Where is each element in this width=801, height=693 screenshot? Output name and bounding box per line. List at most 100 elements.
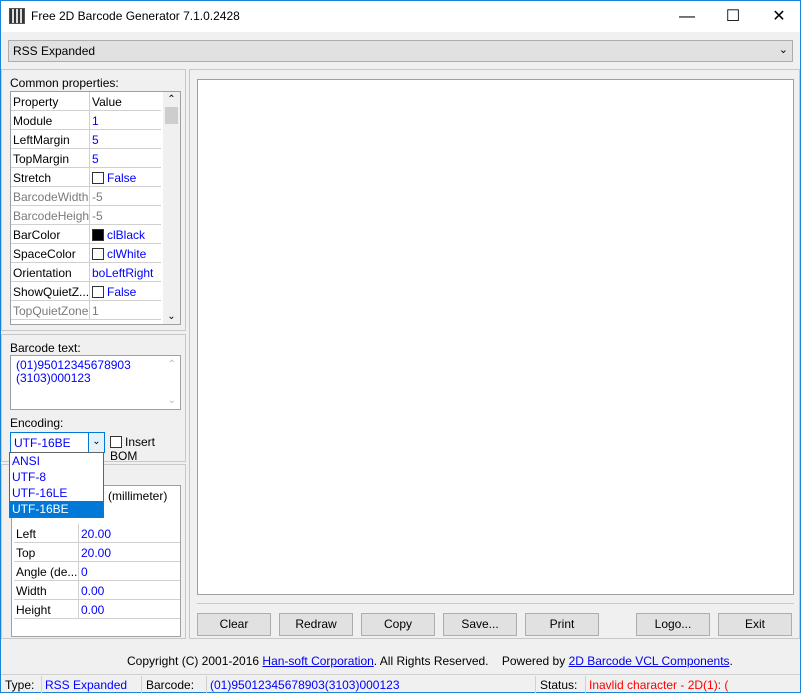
encoding-select[interactable]: UTF-16BE ⌄ xyxy=(10,432,105,453)
type-label: Type: xyxy=(5,678,35,692)
chevron-down-icon: ⌄ xyxy=(778,44,788,56)
powered-text: Powered by xyxy=(501,654,569,668)
property-value: False xyxy=(107,171,137,185)
company-link[interactable]: Han-soft Corporation xyxy=(262,654,373,668)
encoding-label: Encoding: xyxy=(10,416,64,430)
property-row[interactable]: TopMargin 5 xyxy=(11,149,161,168)
property-value-cell[interactable]: 5 xyxy=(89,149,101,167)
barcode-value: (01)95012345678903(3103)000123 xyxy=(210,678,400,692)
property-value-cell[interactable]: -5 xyxy=(89,187,105,205)
property-name: TopMargin xyxy=(13,152,70,166)
property-value-cell[interactable]: 5 xyxy=(89,130,101,148)
property-row[interactable]: LeftMargin 5 xyxy=(11,130,161,149)
position-row[interactable]: Width 0.00 xyxy=(14,581,180,600)
position-value[interactable]: 0.00 xyxy=(78,600,106,618)
rights-text: . All Rights Reserved. xyxy=(373,654,489,668)
chevron-down-icon[interactable]: ⌄ xyxy=(88,433,104,452)
title-bar: Free 2D Barcode Generator 7.1.0.2428 — ☐… xyxy=(1,1,800,32)
encoding-option[interactable]: UTF-16BE xyxy=(10,501,103,517)
footer-dot: . xyxy=(729,654,733,668)
property-value-cell[interactable]: clWhite xyxy=(89,244,148,262)
property-row[interactable]: Stretch False xyxy=(11,168,161,187)
footer: Copyright (C) 2001-2016 Han-soft Corpora… xyxy=(127,654,733,668)
scroll-up-icon[interactable]: ⌃ xyxy=(163,94,180,105)
property-value-cell[interactable]: False xyxy=(89,168,138,186)
property-name: BarColor xyxy=(13,228,61,242)
clear-button[interactable]: Clear xyxy=(197,613,271,636)
barcode-text-input[interactable]: (01)95012345678903 (3103)000123 ⌃ ⌄ xyxy=(10,355,181,410)
property-value: clWhite xyxy=(107,247,147,261)
scroll-down-icon[interactable]: ⌄ xyxy=(168,394,176,407)
status-value: Inavlid character - 2D(1): ( xyxy=(589,678,729,692)
checkbox-icon[interactable] xyxy=(110,436,122,448)
minimize-button[interactable]: — xyxy=(664,1,710,32)
scroll-thumb[interactable] xyxy=(165,107,178,124)
exit-button[interactable]: Exit xyxy=(718,613,792,636)
close-button[interactable]: ✕ xyxy=(756,1,801,32)
grid-scrollbar[interactable]: ⌃ ⌄ xyxy=(163,92,180,324)
common-properties-panel: Common properties: Property Value Module 1 L… xyxy=(1,69,186,331)
print-button[interactable]: Print xyxy=(525,613,599,636)
property-value: -5 xyxy=(92,209,103,223)
copyright-text: Copyright (C) 2001-2016 xyxy=(127,654,263,668)
checkbox-icon[interactable] xyxy=(92,172,104,184)
property-value: False xyxy=(107,285,137,299)
components-link[interactable]: 2D Barcode VCL Components xyxy=(569,654,730,668)
property-row[interactable]: TopQuietZone 1 xyxy=(11,301,161,320)
property-value-cell[interactable]: False xyxy=(89,282,138,300)
property-row[interactable]: BarcodeHeight -5 xyxy=(11,206,161,225)
property-value: 5 xyxy=(92,133,99,147)
scroll-down-icon[interactable]: ⌄ xyxy=(163,311,180,322)
position-value[interactable]: 0 xyxy=(78,562,90,580)
property-name: LeftMargin xyxy=(13,133,70,147)
logo-button[interactable]: Logo... xyxy=(636,613,710,636)
property-value-cell[interactable]: 1 xyxy=(89,111,101,129)
property-name: SpaceColor xyxy=(13,247,76,261)
common-properties-label: Common properties: xyxy=(10,76,119,90)
scroll-up-icon[interactable]: ⌃ xyxy=(168,358,176,371)
property-name: Stretch xyxy=(13,171,52,185)
property-name: BarcodeHeight xyxy=(13,209,89,223)
type-value: RSS Expanded xyxy=(45,678,128,692)
property-value-cell[interactable]: 1 xyxy=(89,301,101,319)
property-value-cell[interactable]: boLeftRight xyxy=(89,263,155,281)
status-bar: Type: RSS Expanded Barcode: (01)95012345… xyxy=(1,674,800,693)
property-value: -5 xyxy=(92,190,103,204)
maximize-button[interactable]: ☐ xyxy=(710,1,756,32)
property-row[interactable]: BarcodeWidth -5 xyxy=(11,187,161,206)
common-properties-grid[interactable]: Property Value Module 1 LeftMargin 5 TopMargin… xyxy=(10,91,181,325)
checkbox-icon[interactable] xyxy=(92,248,104,260)
property-value-cell[interactable]: -5 xyxy=(89,206,105,224)
position-value[interactable]: 20.00 xyxy=(78,543,113,561)
property-value: clBlack xyxy=(107,228,146,242)
save-button[interactable]: Save... xyxy=(443,613,517,636)
symbology-select[interactable]: RSS Expanded ⌄ xyxy=(8,40,793,62)
property-row[interactable]: SpaceColor clWhite xyxy=(11,244,161,263)
header-property: Property xyxy=(13,95,59,109)
redraw-button[interactable]: Redraw xyxy=(279,613,353,636)
position-value[interactable]: 0.00 xyxy=(78,581,106,599)
property-row[interactable]: ShowQuietZ... False xyxy=(11,282,161,301)
position-row[interactable]: Angle (de... 0 xyxy=(14,562,180,581)
window-title: Free 2D Barcode Generator 7.1.0.2428 xyxy=(31,9,240,23)
encoding-option[interactable]: UTF-16LE xyxy=(10,485,103,501)
property-name: Orientation xyxy=(13,266,72,280)
position-value[interactable]: 20.00 xyxy=(78,524,113,542)
checkbox-icon[interactable] xyxy=(92,286,104,298)
property-value-cell[interactable]: clBlack xyxy=(89,225,147,243)
preview-panel xyxy=(189,69,800,639)
property-row[interactable]: Module 1 xyxy=(11,111,161,130)
property-row[interactable]: Orientation boLeftRight xyxy=(11,263,161,282)
color-swatch-icon[interactable] xyxy=(92,229,104,241)
encoding-option[interactable]: UTF-8 xyxy=(10,469,103,485)
property-row[interactable]: BarColor clBlack xyxy=(11,225,161,244)
insert-bom-checkbox[interactable]: Insert BOM xyxy=(110,435,185,463)
property-value: boLeftRight xyxy=(92,266,154,280)
property-value: 1 xyxy=(92,114,99,128)
copy-button[interactable]: Copy xyxy=(361,613,435,636)
encoding-option[interactable]: ANSI xyxy=(10,453,103,469)
position-row[interactable]: Left 20.00 xyxy=(14,524,180,543)
encoding-dropdown-list[interactable]: ANSI UTF-8 UTF-16LE UTF-16BE xyxy=(9,452,104,518)
position-row[interactable]: Top 20.00 xyxy=(14,543,180,562)
position-row[interactable]: Height 0.00 xyxy=(14,600,180,619)
